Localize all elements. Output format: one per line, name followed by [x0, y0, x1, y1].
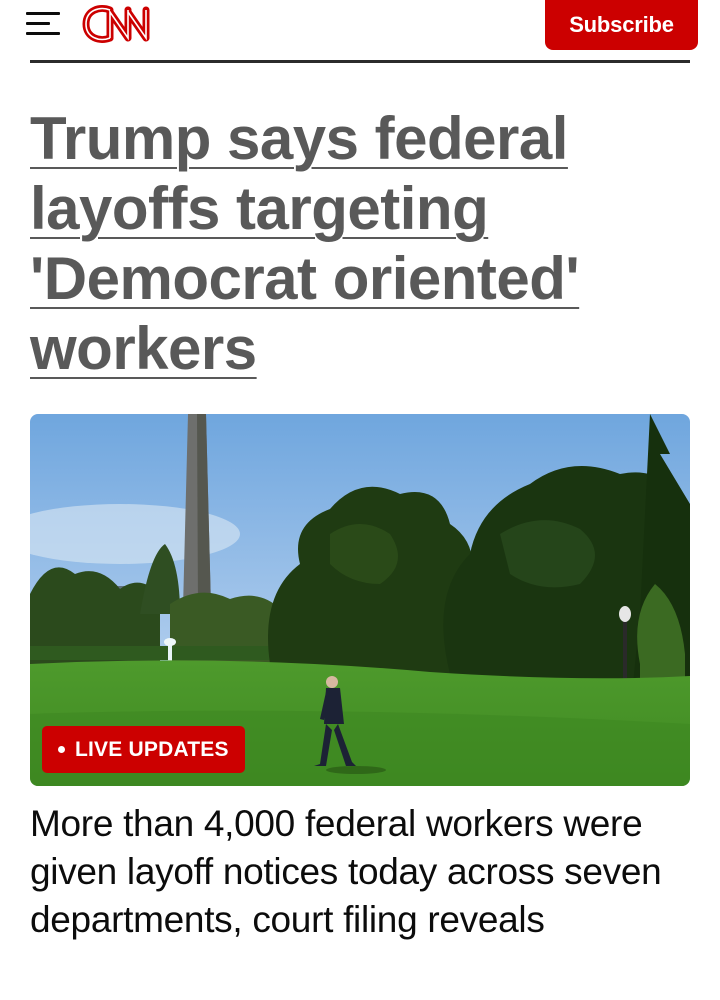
- site-header: Subscribe: [0, 0, 720, 64]
- article-headline: Trump says federal layoffs targeting 'De…: [30, 104, 670, 384]
- live-updates-label: LIVE UPDATES: [75, 737, 229, 761]
- headline-link[interactable]: Trump says federal layoffs targeting 'De…: [30, 105, 580, 382]
- menu-line: [26, 22, 50, 25]
- article-subheadline[interactable]: More than 4,000 federal workers were giv…: [30, 800, 690, 944]
- cnn-logo-icon: [82, 5, 150, 43]
- menu-line: [26, 32, 60, 35]
- menu-line: [26, 12, 60, 15]
- live-dot-icon: [58, 746, 65, 753]
- live-updates-badge[interactable]: LIVE UPDATES: [42, 726, 245, 773]
- header-divider: [30, 60, 690, 63]
- cnn-logo[interactable]: [80, 2, 168, 46]
- hamburger-menu-icon[interactable]: [26, 8, 62, 38]
- subscribe-button[interactable]: Subscribe: [545, 0, 698, 50]
